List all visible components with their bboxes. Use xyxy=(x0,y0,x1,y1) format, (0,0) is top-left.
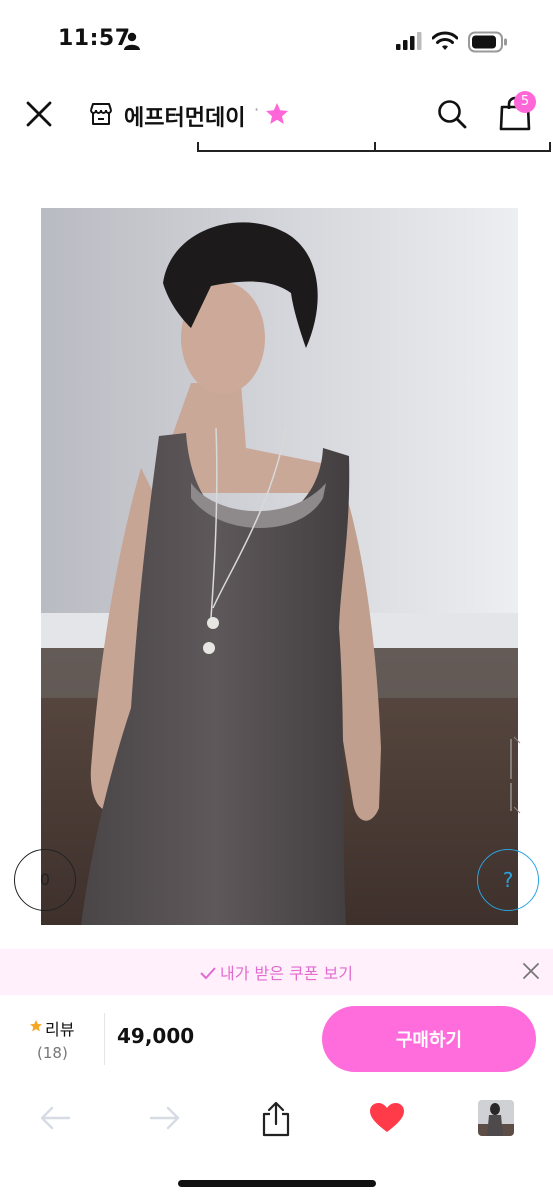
review-star-icon xyxy=(30,1020,42,1032)
heart-icon[interactable] xyxy=(369,1102,405,1134)
store-name[interactable]: 에프터먼데이 xyxy=(124,100,245,132)
price: 49,000 xyxy=(117,1024,195,1048)
product-photo[interactable] xyxy=(41,208,518,925)
scroll-handle[interactable] xyxy=(508,735,528,815)
tab-divider xyxy=(197,142,199,152)
share-icon[interactable] xyxy=(258,1100,294,1138)
close-icon[interactable] xyxy=(24,99,54,129)
buy-button[interactable]: 구매하기 xyxy=(322,1006,536,1072)
check-icon xyxy=(200,967,216,980)
coupon-text: 내가 받은 쿠폰 보기 xyxy=(219,964,354,983)
signal-icon xyxy=(396,32,422,50)
tab-divider xyxy=(549,142,551,152)
cart-count-badge: 5 xyxy=(514,91,536,113)
star-icon[interactable] xyxy=(264,101,290,127)
separator-dot: · xyxy=(254,100,260,119)
tab-divider xyxy=(374,142,376,152)
coupon-close-icon[interactable] xyxy=(521,961,541,981)
image-prev-button[interactable]: 0 xyxy=(14,849,76,911)
battery-icon xyxy=(468,31,507,53)
product-thumbnail[interactable] xyxy=(478,1100,514,1136)
status-time: 11:57 xyxy=(58,26,131,51)
review-count: (18) xyxy=(37,1044,68,1062)
home-indicator xyxy=(178,1180,376,1187)
thumbnail-image xyxy=(478,1100,514,1136)
help-button[interactable]: ? xyxy=(477,849,539,911)
search-icon[interactable] xyxy=(436,98,468,130)
wifi-icon xyxy=(432,31,458,50)
review-label[interactable]: 리뷰 xyxy=(45,1016,74,1040)
coupon-link[interactable]: 내가 받은 쿠폰 보기 xyxy=(0,960,553,984)
person-icon xyxy=(124,32,140,50)
back-arrow-icon[interactable] xyxy=(38,1103,72,1133)
divider xyxy=(104,1013,105,1065)
store-icon[interactable] xyxy=(88,101,114,127)
forward-arrow-icon[interactable] xyxy=(148,1103,182,1133)
product-image xyxy=(41,208,518,925)
